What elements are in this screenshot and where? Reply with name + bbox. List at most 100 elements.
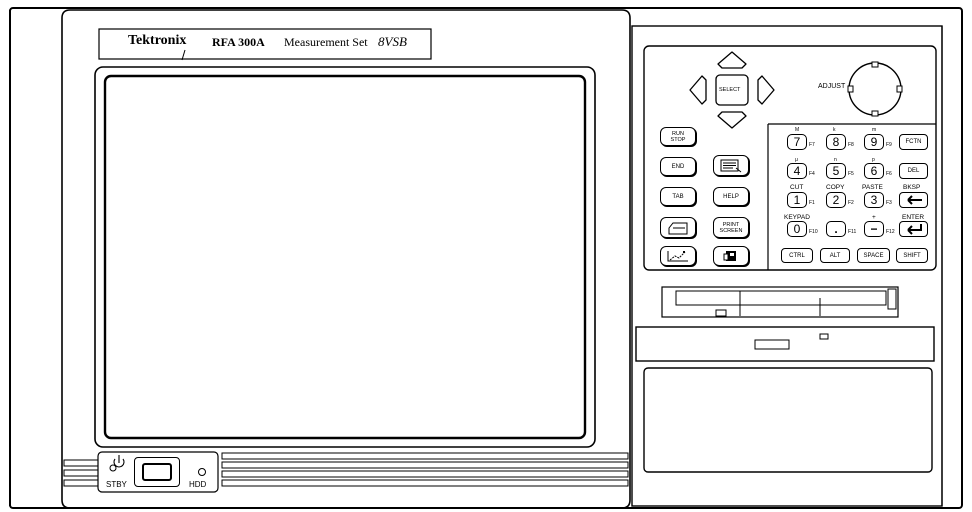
alt-label: ALT [829,252,841,259]
key-minus-fn-label: F12 [886,229,895,235]
help-button[interactable]: HELP [713,187,749,206]
cut-label: CUT [790,184,804,191]
shift-label: SHIFT [903,252,921,259]
printer-icon [668,222,688,234]
tab-label: TAB [672,193,684,200]
key-6[interactable]: 6 [864,163,884,179]
arrow-down-icon[interactable] [717,111,747,129]
brand-product: Measurement Set [284,35,368,49]
key-4-label: 4 [793,164,801,178]
ctrl-key[interactable]: CTRL [781,248,813,263]
tab-button[interactable]: TAB [660,187,696,206]
key-8-label: 8 [832,135,840,149]
end-button[interactable]: END [660,157,696,176]
brand-model: RFA 300A [212,35,265,49]
key-1-label: 1 [793,193,801,207]
select-label: SELECT [719,87,741,93]
hdd-indicator-icon [198,468,206,476]
adjust-knob[interactable] [846,60,904,118]
key-decimal-label: . [834,222,838,236]
window-button[interactable] [713,246,749,266]
fctn-label: FCTN [905,139,922,145]
key-7[interactable]: 7 [787,134,807,150]
key-8-fn-label: F8 [848,142,854,148]
key-1-fn-label: F1 [809,200,815,206]
menu-icon [720,159,742,172]
lower-access-cover [644,368,932,472]
key-minus-label: − [870,222,878,236]
standby-label: STBY [106,480,127,489]
space-key[interactable]: SPACE [857,248,890,263]
key-3[interactable]: 3 [864,192,884,208]
key-7-label: 7 [793,135,801,149]
key-9[interactable]: 9 [864,134,884,150]
plus-label: + [872,214,876,221]
key-1[interactable]: 1 [787,192,807,208]
key-5[interactable]: 5 [826,163,846,179]
key-minus[interactable]: − [864,221,884,237]
menu-button[interactable] [713,155,749,176]
paste-label: PASTE [862,184,883,191]
drive-bay[interactable] [636,327,934,361]
copy-label: COPY [826,184,845,191]
key-9-fn-label: F9 [886,142,892,148]
key-decimal[interactable]: . [826,221,846,237]
key-3-fn-label: F3 [886,200,892,206]
key-9-shift-label: m [872,127,877,133]
key-7-shift-label: M [795,127,800,133]
graph-button[interactable] [660,246,696,266]
graph-icon [667,251,688,262]
floppy-drive[interactable] [662,287,898,317]
shift-key[interactable]: SHIFT [896,248,928,263]
help-label: HELP [723,193,739,200]
key-8[interactable]: 8 [826,134,846,150]
standby-button[interactable] [134,457,180,487]
key-2-label: 2 [832,193,840,207]
key-3-label: 3 [870,193,878,207]
key-0-fn-label: F10 [809,229,818,235]
key-6-fn-label: F6 [886,171,892,177]
key-0-label: 0 [793,222,801,236]
key-6-label: 6 [870,164,878,178]
arrow-left-icon[interactable] [689,75,707,105]
key-4-fn-label: F4 [809,171,815,177]
run-stop-button[interactable]: RUN STOP [660,127,696,146]
fctn-key[interactable]: FCTN [899,134,928,150]
del-key[interactable]: DEL [899,163,928,179]
key-5-label: 5 [832,164,840,178]
printer-button[interactable] [660,217,696,238]
alt-key[interactable]: ALT [820,248,850,263]
arrow-right-icon[interactable] [757,75,775,105]
hdd-label: HDD [189,480,207,489]
key-0[interactable]: 0 [787,221,807,237]
del-label: DEL [907,168,920,174]
brand-mode: 8VSB [378,34,407,49]
enter-key[interactable] [899,221,928,237]
backspace-key[interactable] [899,192,928,208]
end-label: END [671,163,685,170]
bksp-label: BKSP [903,184,921,191]
enter-label: ENTER [902,214,925,221]
backspace-arrow-icon [906,195,922,205]
display-screen [107,78,583,436]
print-screen-label: PRINT SCREEN [719,221,743,234]
adjust-label: ADJUST [818,83,846,90]
key-2-fn-label: F2 [848,200,854,206]
run-stop-label: RUN STOP [670,130,686,143]
space-label: SPACE [863,252,884,259]
key-9-label: 9 [870,135,878,149]
key-2[interactable]: 2 [826,192,846,208]
instrument-front-panel-diagram: Tektronix RFA 300A Measurement Set 8VSB … [0,0,972,512]
arrow-up-icon[interactable] [717,51,747,69]
window-icon [723,251,736,261]
print-screen-button[interactable]: PRINT SCREEN [713,217,749,238]
enter-arrow-icon [906,224,922,235]
key-8-shift-label: k [833,127,836,133]
key-5-fn-label: F5 [848,171,854,177]
keypad-label: KEYPAD [784,214,810,221]
key-7-fn-label: F7 [809,142,815,148]
ctrl-label: CTRL [789,252,805,259]
key-4[interactable]: 4 [787,163,807,179]
brand-maker: Tektronix [128,33,187,48]
key-decimal-fn-label: F11 [848,229,857,235]
